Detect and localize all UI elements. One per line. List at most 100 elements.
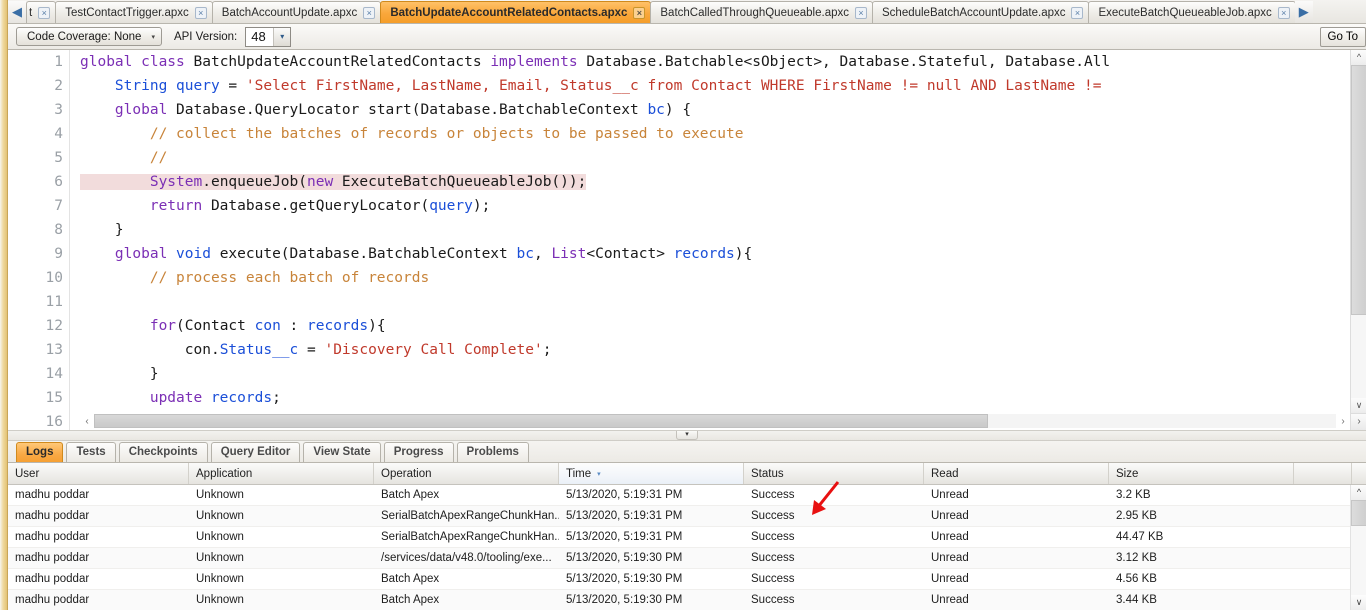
line-number: 10	[8, 266, 69, 290]
logs-grid-body[interactable]: madhu poddarUnknownBatch Apex5/13/2020, …	[8, 485, 1366, 610]
code-line[interactable]: }	[80, 362, 1350, 386]
editor-tab-6[interactable]: ExecuteBatchQueueableJob.apxc×	[1088, 1, 1295, 23]
hscroll-thumb[interactable]	[94, 414, 988, 428]
code-line[interactable]: // collect the batches of records or obj…	[80, 122, 1350, 146]
column-header-application[interactable]: Application	[189, 463, 374, 484]
code-text-area[interactable]: global class BatchUpdateAccountRelatedCo…	[80, 50, 1350, 413]
editor-tab-0[interactable]: t×	[26, 1, 56, 23]
column-header-status[interactable]: Status	[744, 463, 924, 484]
bottom-panel-tabs: LogsTestsCheckpointsQuery EditorView Sta…	[8, 441, 1366, 463]
column-header-user[interactable]: User	[8, 463, 189, 484]
chevron-down-icon[interactable]: ▾	[273, 28, 290, 46]
editor-tab-2[interactable]: BatchAccountUpdate.apxc×	[212, 1, 382, 23]
code-line[interactable]: global void execute(Database.BatchableCo…	[80, 242, 1350, 266]
cell-user: madhu poddar	[8, 569, 189, 589]
cell-application: Unknown	[189, 548, 374, 568]
close-icon[interactable]: ×	[1071, 7, 1083, 19]
code-line[interactable]: con.Status__c = 'Discovery Call Complete…	[80, 338, 1350, 362]
cell-operation: Batch Apex	[374, 590, 559, 610]
code-line[interactable]: System.enqueueJob(new ExecuteBatchQueuea…	[80, 170, 1350, 194]
logs-grid[interactable]: UserApplicationOperationTime▾StatusReadS…	[8, 463, 1366, 610]
logs-vscroll-thumb[interactable]	[1351, 500, 1366, 526]
code-coverage-dropdown[interactable]: Code Coverage: None ▾	[16, 27, 162, 46]
table-row[interactable]: madhu poddarUnknownBatch Apex5/13/2020, …	[8, 485, 1366, 506]
close-icon[interactable]: ×	[38, 7, 50, 19]
code-token: List	[551, 246, 586, 262]
chevron-up-icon[interactable]: ^	[1351, 485, 1366, 500]
api-version-select[interactable]: 48 ▾	[245, 27, 291, 47]
line-number-text: 5	[54, 150, 63, 166]
code-line[interactable]: global Database.QueryLocator start(Datab…	[80, 98, 1350, 122]
cell-application: Unknown	[189, 590, 374, 610]
editor-tab-5[interactable]: ScheduleBatchAccountUpdate.apxc×	[872, 1, 1089, 23]
close-icon[interactable]: ×	[363, 7, 375, 19]
bottom-tab-logs[interactable]: Logs	[16, 442, 63, 462]
code-token: bc	[647, 102, 664, 118]
chevron-left-icon[interactable]: ‹	[80, 416, 94, 427]
table-row[interactable]: madhu poddarUnknownBatch Apex5/13/2020, …	[8, 569, 1366, 590]
logs-vertical-scrollbar[interactable]: ^ ∨	[1350, 485, 1366, 610]
code-line[interactable]: return Database.getQueryLocator(query);	[80, 194, 1350, 218]
code-line[interactable]: // process each batch of records	[80, 266, 1350, 290]
editor-tab-1[interactable]: TestContactTrigger.apxc×	[55, 1, 213, 23]
chevron-down-icon[interactable]: ∨	[1351, 398, 1366, 413]
splitter-grip-icon[interactable]: ▾	[676, 431, 698, 440]
cell-application: Unknown	[189, 569, 374, 589]
code-editor[interactable]: 1▾23▾456789▾101112▾13141516 global class…	[8, 50, 1366, 430]
cell-status: Success	[744, 548, 924, 568]
cell-status: Success	[744, 590, 924, 610]
code-line[interactable]: for(Contact con : records){	[80, 314, 1350, 338]
bottom-tab-view-state[interactable]: View State	[303, 442, 380, 462]
table-row[interactable]: madhu poddarUnknownSerialBatchApexRangeC…	[8, 506, 1366, 527]
bottom-tab-problems[interactable]: Problems	[457, 442, 529, 462]
chevron-down-icon[interactable]: ∨	[1351, 595, 1366, 610]
bottom-tab-checkpoints[interactable]: Checkpoints	[119, 442, 208, 462]
close-icon[interactable]: ×	[633, 7, 645, 19]
table-row[interactable]: madhu poddarUnknownBatch Apex5/13/2020, …	[8, 590, 1366, 610]
code-token: con.	[80, 342, 220, 358]
chevron-up-icon[interactable]: ^	[1351, 50, 1366, 65]
editor-tab-3[interactable]: BatchUpdateAccountRelatedContacts.apxc×	[380, 1, 651, 23]
column-header-size[interactable]: Size	[1109, 463, 1294, 484]
line-number-text: 3	[54, 102, 63, 118]
code-token: global	[80, 54, 141, 70]
table-row[interactable]: madhu poddarUnknown/services/data/v48.0/…	[8, 548, 1366, 569]
code-line[interactable]: global class BatchUpdateAccountRelatedCo…	[80, 50, 1350, 74]
column-header-label: Operation	[381, 468, 432, 480]
column-header-operation[interactable]: Operation	[374, 463, 559, 484]
column-header-spare[interactable]	[1294, 463, 1352, 484]
code-line[interactable]: String query = 'Select FirstName, LastNa…	[80, 74, 1350, 98]
code-token: System	[150, 174, 202, 190]
cell-operation: SerialBatchApexRangeChunkHan...	[374, 506, 559, 526]
editor-vertical-scrollbar[interactable]: ^ ∨ ›	[1350, 50, 1366, 430]
close-icon[interactable]: ×	[1278, 7, 1290, 19]
code-line[interactable]: //	[80, 146, 1350, 170]
hscroll-track[interactable]	[94, 414, 1336, 428]
bottom-tab-progress[interactable]: Progress	[384, 442, 454, 462]
api-version-label: API Version:	[174, 31, 237, 43]
code-line[interactable]: update records;	[80, 386, 1350, 410]
vscroll-thumb[interactable]	[1351, 65, 1366, 315]
column-header-time[interactable]: Time▾	[559, 463, 744, 484]
api-version-value: 48	[246, 28, 273, 46]
code-token: ;	[543, 342, 552, 358]
editor-horizontal-scrollbar[interactable]: ‹ ›	[80, 413, 1350, 429]
editor-tab-4[interactable]: BatchCalledThroughQueueable.apxc×	[650, 1, 873, 23]
column-header-read[interactable]: Read	[924, 463, 1109, 484]
chevron-right-icon[interactable]: ›	[1336, 416, 1350, 427]
code-token: execute(Database.BatchableContext	[220, 246, 517, 262]
tab-scroll-left-icon[interactable]: ◀	[8, 1, 26, 23]
panel-splitter[interactable]: ▾	[8, 430, 1366, 441]
go-to-button[interactable]: Go To	[1320, 27, 1366, 47]
close-icon[interactable]: ×	[195, 7, 207, 19]
tab-scroll-right-icon[interactable]: ▶	[1295, 1, 1313, 23]
code-line[interactable]: }	[80, 218, 1350, 242]
bottom-tab-query-editor[interactable]: Query Editor	[211, 442, 301, 462]
scroll-corner-icon[interactable]: ›	[1351, 413, 1366, 430]
table-row[interactable]: madhu poddarUnknownSerialBatchApexRangeC…	[8, 527, 1366, 548]
sort-descending-icon[interactable]: ▾	[597, 470, 601, 478]
cell-extra	[1294, 569, 1352, 589]
close-icon[interactable]: ×	[855, 7, 867, 19]
bottom-tab-tests[interactable]: Tests	[66, 442, 115, 462]
code-line[interactable]	[80, 290, 1350, 314]
